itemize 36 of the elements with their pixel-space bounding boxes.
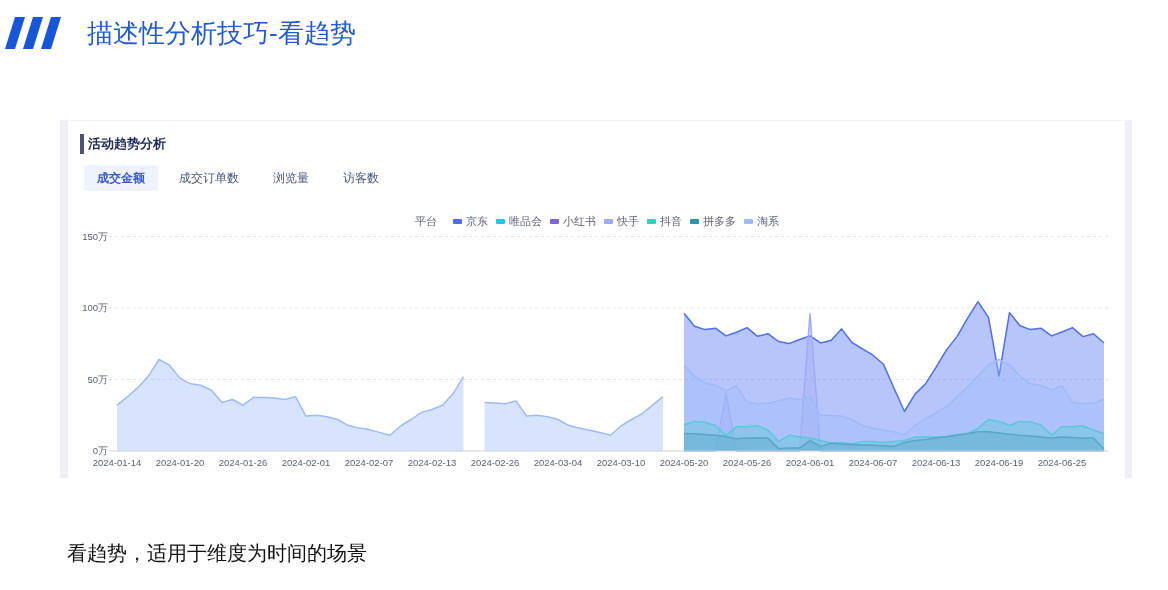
axis-label: 2024-03-10: [596, 457, 646, 468]
axis-label: 100万: [82, 302, 108, 313]
axis-label: 2024-01-26: [218, 457, 268, 468]
axis-label: 2024-02-26: [470, 457, 520, 468]
slide-title: 描述性分析技巧-看趋势: [87, 17, 356, 49]
axis-label: 2024-02-01: [281, 457, 331, 468]
tab[interactable]: 成交订单数: [166, 165, 252, 191]
axis-label: 50万: [87, 373, 108, 385]
axis-label: 2024-06-07: [848, 457, 898, 468]
axis-label: 2024-06-25: [1037, 457, 1087, 468]
axis-label: 2024-02-13: [407, 457, 457, 468]
axis-label: 2024-01-14: [92, 457, 142, 468]
legend-label[interactable]: 京东: [465, 213, 488, 229]
axis-label: 0万: [92, 445, 108, 456]
axis-label: 2024-03-04: [533, 457, 583, 468]
legend-title: 平台: [414, 214, 437, 229]
caption-text: 看趋势，适用于维度为时间的场景: [67, 541, 368, 566]
legend-label[interactable]: 拼多多: [702, 213, 736, 229]
axis-label: 2024-06-01: [785, 457, 835, 468]
legend-label[interactable]: 唯品会: [508, 213, 542, 229]
legend-label[interactable]: 快手: [616, 213, 639, 229]
panel-title: 活动趋势分析: [80, 134, 166, 154]
slash-bars-icon: [5, 17, 63, 49]
tab[interactable]: 访客数: [330, 165, 392, 191]
axis-label: 2024-01-20: [155, 457, 205, 468]
legend-label[interactable]: 抖音: [659, 213, 682, 229]
axis-label: 2024-05-20: [659, 457, 709, 468]
axis-label: 150万: [82, 230, 108, 242]
tab[interactable]: 成交金额: [84, 165, 158, 191]
legend-label[interactable]: 淘系: [756, 213, 779, 229]
legend-label[interactable]: 小红书: [562, 213, 596, 229]
axis-label: 2024-05-26: [722, 457, 772, 468]
axis-label: 2024-02-07: [344, 457, 394, 468]
axis-label: 2024-06-13: [911, 457, 961, 468]
tab[interactable]: 浏览量: [260, 165, 322, 191]
axis-label: 2024-06-19: [974, 457, 1024, 468]
